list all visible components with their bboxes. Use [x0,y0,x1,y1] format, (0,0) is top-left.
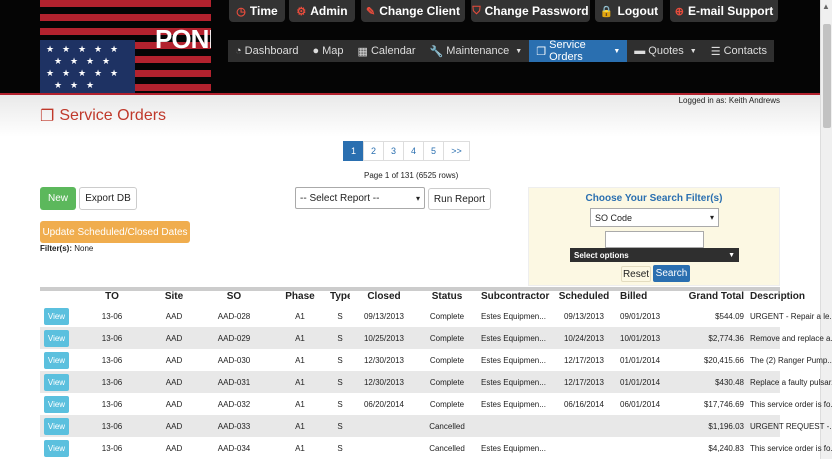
table-row: View 13-06 AAD AAD-031 A1 S 12/30/2013 C… [40,371,832,393]
dashboard-icon: ◔ [235,45,242,57]
page-scrollbar[interactable]: ▲ [820,0,832,459]
logout-button[interactable]: 🔒 Logout [595,0,663,22]
lock-icon: 🔒 [599,5,614,18]
table-row: View 13-06 AAD AAD-034 A1 S Cancelled Es… [40,437,832,459]
list-icon: ☰ [710,45,721,58]
email-support-button[interactable]: ⊕ E-mail Support [670,0,778,22]
page-info: Page 1 of 131 (6525 rows) [364,171,459,180]
flag-banner: ★ ★ ★ ★ ★ ★ ★ ★ ★ ★ ★ ★ ★ ★ ★ ★ ★ POND › [40,0,211,93]
col-closed[interactable]: Closed [350,291,418,305]
page-link-next[interactable]: >> [443,141,470,161]
app-header: ★ ★ ★ ★ ★ ★ ★ ★ ★ ★ ★ ★ ★ ★ ★ ★ ★ POND ›… [0,0,820,93]
page-link-3[interactable]: 3 [383,141,404,161]
view-button[interactable]: View [44,439,69,457]
export-db-button[interactable]: Export DB [79,187,137,210]
table-header: TO Site SO Phase Type Closed Status Subc… [40,291,805,305]
scroll-thumb[interactable] [823,24,831,128]
col-subcontractor[interactable]: Subcontractor [476,291,554,305]
caret-down-icon: ▼ [728,251,735,259]
caret-down-icon: ▼ [689,47,697,55]
change-password-button[interactable]: ⛉ Change Password [471,0,590,22]
time-button[interactable]: ◷ Time [229,0,285,22]
calendar-icon: ▦ [357,45,368,58]
chevron-down-icon: ▾ [709,213,714,222]
wrench-icon: 🔧 [429,45,444,58]
nav-maintenance[interactable]: 🔧 Maintenance ▼ [423,40,530,62]
shield-icon: ⛉ [472,4,481,17]
col-phase[interactable]: Phase [270,291,330,305]
nav-service-orders[interactable]: ❐ Service Orders ▼ [529,39,628,63]
page-link-4[interactable]: 4 [403,141,424,161]
page-title: ❐ Service Orders [40,107,167,125]
caret-down-icon: ▼ [613,47,621,55]
report-select[interactable]: -- Select Report -- ▾ [295,187,425,209]
col-grand-total[interactable]: Grand Total [674,291,748,305]
nav-quotes[interactable]: ▬ Quotes ▼ [627,40,703,62]
table-row: View 13-06 AAD AAD-030 A1 S 12/30/2013 C… [40,349,832,371]
lifebuoy-icon: ⊕ [674,5,684,18]
select-options-dropdown[interactable]: Select options ▼ [570,248,739,262]
edit-icon: ✎ [366,5,376,18]
pagination: 1 2 3 4 5 >> [343,141,470,161]
main-nav: ◔ Dashboard ● Map ▦ Calendar 🔧 Maintenan… [228,39,774,63]
search-filter-panel: Choose Your Search Filter(s) SO Code ▾ S… [528,187,780,286]
new-button[interactable]: New [40,187,76,210]
col-to[interactable]: TO [74,291,150,305]
copy-icon: ❐ [40,108,55,125]
view-button[interactable]: View [44,329,69,347]
update-dates-button[interactable]: Update Scheduled/Closed Dates [40,221,190,243]
admin-button[interactable]: ⚙ Admin [289,0,355,22]
table-body: View 13-06 AAD AAD-028 A1 S 09/13/2013 C… [40,305,832,459]
nav-calendar[interactable]: ▦ Calendar [351,40,423,62]
view-button[interactable]: View [44,351,69,369]
folder-icon: ▬ [634,45,646,57]
logged-in-user: Logged in as: Keith Andrews [678,96,780,105]
view-button[interactable]: View [44,307,69,325]
view-button[interactable]: View [44,417,69,435]
search-field-select[interactable]: SO Code ▾ [590,208,719,227]
table-row: View 13-06 AAD AAD-033 A1 S Cancelled $1… [40,415,832,437]
table-row: View 13-06 AAD AAD-029 A1 S 10/25/2013 C… [40,327,832,349]
copy-icon: ❐ [536,45,547,58]
table-row: View 13-06 AAD AAD-032 A1 S 06/20/2014 C… [40,393,832,415]
search-filter-title: Choose Your Search Filter(s) [585,193,723,204]
app-logo[interactable]: POND [155,24,211,55]
col-site[interactable]: Site [150,291,198,305]
nav-map[interactable]: ● Map [305,40,350,62]
search-button[interactable]: Search [653,265,690,282]
view-button[interactable]: View [44,395,69,413]
page-link-5[interactable]: 5 [423,141,444,161]
col-type[interactable]: Type [330,291,350,305]
nav-dashboard[interactable]: ◔ Dashboard [228,40,305,62]
reset-button[interactable]: Reset [621,266,651,282]
scroll-up-icon[interactable]: ▲ [822,2,830,11]
service-orders-table: TO Site SO Phase Type Closed Status Subc… [40,287,832,459]
search-input[interactable] [605,231,704,248]
gears-icon: ⚙ [296,5,307,18]
globe-icon: ● [312,45,320,57]
caret-down-icon: ▼ [515,47,523,55]
table-row: View 13-06 AAD AAD-028 A1 S 09/13/2013 C… [40,305,832,327]
col-so[interactable]: SO [198,291,270,305]
filters-summary: Filter(s): None [40,244,94,253]
col-scheduled[interactable]: Scheduled [554,291,614,305]
nav-contacts[interactable]: ☰ Contacts [704,40,774,62]
col-description[interactable]: Description [748,291,832,305]
col-billed[interactable]: Billed [614,291,674,305]
view-button[interactable]: View [44,373,69,391]
chevron-down-icon: ▾ [415,193,420,203]
page-link-2[interactable]: 2 [363,141,384,161]
run-report-button[interactable]: Run Report [428,188,491,210]
change-client-button[interactable]: ✎ Change Client [361,0,465,22]
clock-icon: ◷ [236,5,246,18]
page-link-1[interactable]: 1 [343,141,364,161]
col-status[interactable]: Status [418,291,476,305]
